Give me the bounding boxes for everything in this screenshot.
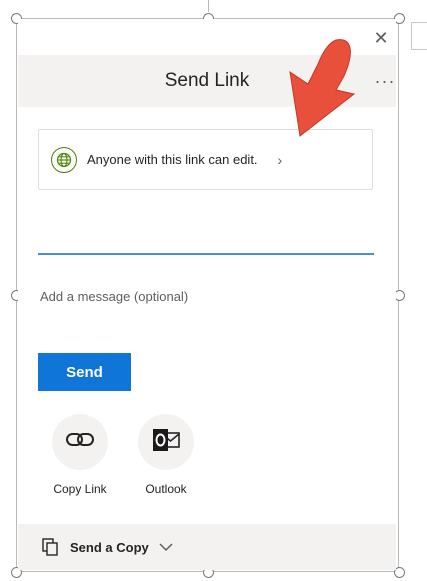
- chevron-down-icon: [159, 542, 173, 552]
- globe-icon: [51, 146, 77, 173]
- close-icon: ✕: [373, 27, 389, 48]
- link-permission-text: Anyone with this link can edit.: [87, 152, 258, 167]
- send-a-copy-button[interactable]: Send a Copy: [18, 524, 396, 570]
- recipients-input[interactable]: [38, 219, 374, 255]
- message-input[interactable]: [38, 281, 374, 311]
- annotation-arrow-icon: [289, 39, 356, 137]
- copy-link-button[interactable]: [52, 414, 108, 470]
- more-options-button[interactable]: ···: [372, 55, 398, 107]
- close-button[interactable]: ✕: [370, 27, 392, 49]
- send-a-copy-label: Send a Copy: [70, 539, 149, 555]
- outlook-icon: [151, 427, 181, 458]
- more-icon: ···: [374, 70, 396, 91]
- link-icon: [65, 429, 95, 456]
- copy-link-option[interactable]: Copy Link: [40, 414, 120, 496]
- outlook-option[interactable]: Outlook: [126, 414, 206, 496]
- frame-stem: [208, 0, 209, 12]
- chevron-right-icon: ›: [277, 151, 283, 168]
- copy-link-label: Copy Link: [53, 482, 107, 496]
- layout-options-tab[interactable]: [411, 22, 427, 50]
- outlook-label: Outlook: [145, 482, 187, 496]
- send-button[interactable]: Send: [38, 353, 131, 391]
- outlook-button[interactable]: [138, 414, 194, 470]
- dialog-title: Send Link: [164, 70, 250, 91]
- copy-icon: [42, 538, 60, 556]
